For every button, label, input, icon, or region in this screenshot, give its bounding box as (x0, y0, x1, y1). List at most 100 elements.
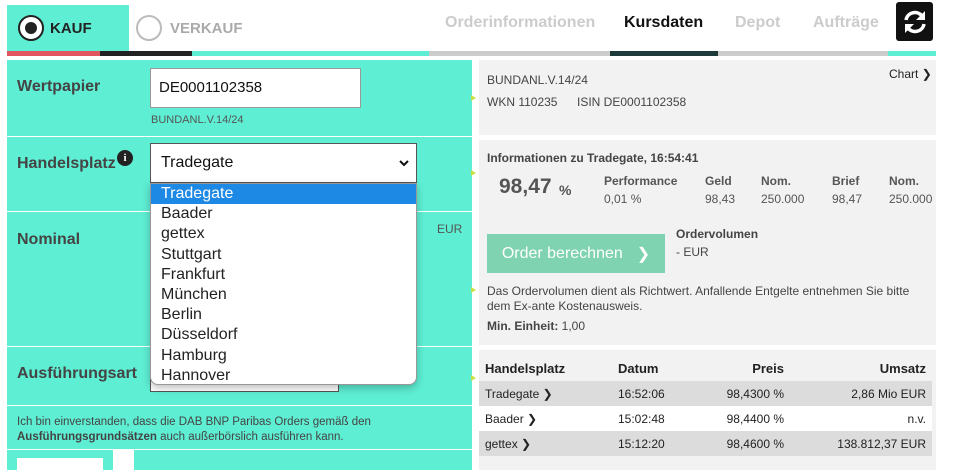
security-wkn: WKN 110235 (487, 95, 558, 109)
verkauf-radio[interactable] (136, 15, 162, 41)
handelsplatz-selected-value: Tradegate (161, 154, 234, 171)
date-cell: 15:12:20 (612, 431, 702, 456)
chevron-right-icon: ❯ (521, 436, 532, 451)
nav-auftraege[interactable]: Aufträge (813, 14, 879, 32)
handelsplatz-select[interactable]: Tradegate (150, 143, 417, 183)
chevron-down-icon (399, 160, 409, 167)
dropdown-option[interactable]: München (151, 285, 416, 305)
nominal-unit: EUR (437, 222, 463, 236)
row-divider (7, 449, 472, 450)
quote-price-unit: % (559, 182, 572, 198)
order-berechnen-button[interactable]: Order berechnen ❯ (487, 234, 665, 273)
venue-table: Handelsplatz Datum Preis Umsatz Tradegat… (479, 355, 932, 456)
wertpapier-name: BUNDANL.V.14/24 (151, 114, 244, 126)
geld-label: Geld (705, 174, 732, 188)
dropdown-option[interactable]: Hamburg (151, 346, 416, 366)
refresh-button[interactable] (896, 2, 933, 41)
handelsplatz-dropdown[interactable]: Tradegate Baader gettex Stuttgart Frankf… (150, 183, 417, 385)
kauf-radio[interactable] (18, 15, 44, 41)
row-marker (471, 287, 477, 293)
checkbox[interactable] (113, 450, 134, 470)
date-cell: 16:52:06 (612, 381, 702, 406)
dropdown-option[interactable]: gettex (151, 224, 416, 244)
chart-link-label: Chart (889, 67, 919, 81)
consent-text: Ich bin einverstanden, dass die DAB BNP … (17, 415, 457, 445)
volume-cell: n.v. (790, 406, 932, 431)
wertpapier-input[interactable]: DE0001102358 (150, 68, 361, 108)
info-icon[interactable]: i (117, 150, 133, 166)
nav-underline-teal (888, 51, 936, 56)
dropdown-option[interactable]: Tradegate (151, 184, 416, 205)
nom-geld-label: Nom. (761, 174, 791, 188)
qr-code-image (17, 458, 103, 470)
dropdown-option[interactable]: Hannover (151, 366, 416, 384)
table-row[interactable]: gettex ❯ 15:12:20 98,4600 % 138.812,37 E… (479, 431, 932, 456)
volume-cell: 138.812,37 EUR (790, 431, 932, 456)
performance-label: Performance (604, 174, 678, 188)
nav-underline (718, 51, 888, 56)
tab-underline-teal (192, 51, 429, 56)
nav-underline-active (610, 51, 718, 56)
tab-verkauf-label: VERKAUF (170, 19, 243, 37)
date-cell: 15:02:48 (612, 406, 702, 431)
quote-price: 98,47 (499, 175, 552, 198)
price-cell: 98,4600 % (702, 431, 790, 456)
brief-value: 98,47 (832, 192, 863, 206)
venue-name: gettex (485, 436, 518, 451)
venue-cell[interactable]: Tradegate ❯ (479, 381, 612, 406)
dropdown-option[interactable]: Frankfurt (151, 265, 416, 285)
chevron-right-icon: ❯ (921, 67, 932, 81)
nominal-label: Nominal (17, 231, 81, 248)
nom-brief-label: Nom. (889, 174, 919, 188)
volume-cell: 2,86 Mio EUR (790, 381, 932, 406)
dropdown-option[interactable]: Düsseldorf (151, 325, 416, 345)
dropdown-option[interactable]: Baader (151, 204, 416, 224)
venue-cell[interactable]: Baader ❯ (479, 406, 612, 431)
consent-text-line2: auch außerbörslich ausführen kann. (156, 431, 344, 443)
chart-link[interactable]: Chart ❯ (889, 67, 932, 81)
row-marker (471, 95, 477, 101)
ausfuehrungsart-label: Ausführungsart (17, 365, 137, 382)
nav-underline (429, 51, 610, 56)
table-row[interactable]: Baader ❯ 15:02:48 98,4400 % n.v. (479, 406, 932, 431)
min-unit-label: Min. Einheit: (487, 319, 559, 333)
nav-orderinformationen[interactable]: Orderinformationen (445, 14, 595, 32)
price-cell: 98,4400 % (702, 406, 790, 431)
tab-underline-red (7, 51, 100, 56)
refresh-icon (903, 10, 926, 33)
tab-kauf[interactable]: KAUF (7, 5, 129, 51)
order-berechnen-label: Order berechnen (501, 244, 623, 262)
row-marker (471, 170, 477, 176)
chevron-right-icon: ❯ (636, 245, 651, 263)
wertpapier-label: Wertpapier (17, 78, 101, 95)
row-marker (471, 375, 477, 381)
row-divider (7, 405, 472, 406)
venue-cell[interactable]: gettex ❯ (479, 431, 612, 456)
performance-value: 0,01 % (604, 192, 642, 206)
ordervolumen-label: Ordervolumen (676, 227, 759, 241)
dropdown-option[interactable]: Berlin (151, 305, 416, 325)
order-note: Das Ordervolumen dient als Richtwert. An… (487, 284, 910, 313)
tab-kauf-label: KAUF (50, 19, 92, 37)
nom-geld-value: 250.000 (761, 192, 805, 206)
table-row[interactable]: Tradegate ❯ 16:52:06 98,4300 % 2,86 Mio … (479, 381, 932, 406)
tab-verkauf[interactable]: VERKAUF (136, 5, 286, 51)
nav-depot[interactable]: Depot (735, 14, 780, 32)
chevron-right-icon: ❯ (542, 386, 553, 401)
nom-brief-value: 250.000 (889, 192, 933, 206)
ausfuehrungsgrundsaetze-link[interactable]: Ausführungsgrundsätzen (17, 431, 157, 443)
nav-kursdaten[interactable]: Kursdaten (624, 14, 703, 32)
row-divider (7, 136, 472, 137)
col-datum: Datum (612, 355, 702, 381)
col-preis: Preis (702, 355, 790, 381)
dropdown-option[interactable]: Stuttgart (151, 245, 416, 265)
consent-text-line1: Ich bin einverstanden, dass die DAB BNP … (17, 416, 371, 428)
min-unit-value: 1,00 (561, 319, 586, 333)
security-name: BUNDANL.V.14/24 (487, 73, 588, 87)
handelsplatz-label: Handelsplatz (17, 155, 116, 172)
table-header-row: Handelsplatz Datum Preis Umsatz (479, 355, 932, 381)
chevron-right-icon: ❯ (527, 411, 538, 426)
venue-name: Baader (485, 411, 524, 426)
tab-underline-dark (100, 51, 192, 56)
geld-value: 98,43 (705, 192, 736, 206)
